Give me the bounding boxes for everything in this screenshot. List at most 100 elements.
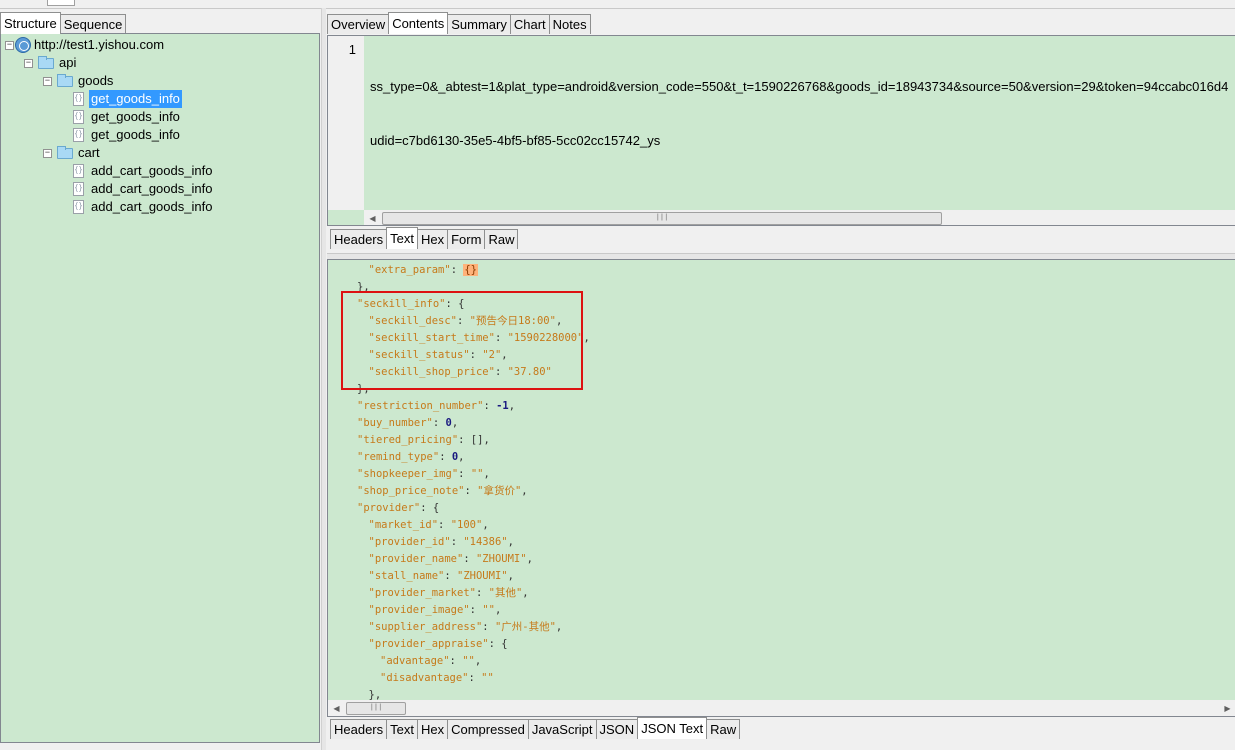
request-tab-hex[interactable]: Hex	[416, 229, 449, 249]
structure-tree[interactable]: − http://test1.yishou.com − api − goods{} get_…	[0, 33, 320, 743]
tree-item-goods[interactable]: − goods	[1, 72, 319, 90]
request-tab-form[interactable]: Form	[447, 229, 486, 249]
json-value: ""	[470, 468, 484, 480]
left-tab-sequence[interactable]: Sequence	[59, 14, 127, 34]
json-punctuation: ,	[526, 553, 533, 565]
main-tab-strip: Overview Contents Summary Chart Notes	[327, 12, 591, 34]
scroll-left-arrow-icon[interactable]: ◀	[328, 700, 345, 716]
request-line-1: ss_type=0&_abtest=1&plat_type=android&ve…	[370, 79, 1229, 94]
tree-item-label: add_cart_goods_info	[91, 199, 213, 214]
json-punctuation: : [],	[458, 434, 490, 446]
json-punctuation: ,	[507, 536, 514, 548]
tree-item-add-cart-goods-info[interactable]: {} add_cart_goods_info	[1, 180, 319, 198]
response-tab-raw[interactable]: Raw	[706, 719, 741, 739]
tree-item-http-test1-yishou-com[interactable]: − http://test1.yishou.com	[1, 36, 319, 54]
json-line: "remind_type": 0,	[357, 449, 465, 466]
json-value: "14386"	[463, 536, 508, 548]
tree-item-add-cart-goods-info[interactable]: {} add_cart_goods_info	[1, 198, 319, 216]
collapse-toggle-icon[interactable]: −	[24, 59, 33, 68]
json-punctuation: ,	[494, 604, 502, 616]
tree-item-label: http://test1.yishou.com	[34, 37, 165, 52]
left-tab-structure[interactable]: Structure	[0, 12, 61, 34]
json-key: "provider"	[357, 502, 421, 514]
json-file-icon: {}	[73, 182, 84, 196]
response-horizontal-scrollbar[interactable]: ◀ ||| ▶	[328, 700, 1235, 716]
json-file-icon: {}	[73, 110, 84, 124]
json-punctuation: :	[475, 587, 489, 599]
line-number: 1	[348, 42, 356, 57]
json-key: "provider_id"	[368, 536, 451, 548]
json-punctuation: :	[463, 553, 476, 565]
json-punctuation: ,	[474, 655, 482, 667]
response-tab-hex[interactable]: Hex	[416, 719, 449, 739]
response-json-pane[interactable]: }, "disadvantage": "" "advantage": "", "pro…	[327, 259, 1235, 717]
json-line: "provider_market": "其他",	[369, 585, 529, 602]
tree-item-api[interactable]: − api	[1, 54, 319, 72]
response-tab-compressed[interactable]: Compressed	[447, 719, 529, 739]
response-tab-json[interactable]: JSON	[595, 719, 639, 739]
json-punctuation: :	[432, 417, 446, 429]
json-punctuation: :	[450, 264, 464, 276]
response-tab-text[interactable]: Text	[386, 719, 418, 739]
json-punctuation: :	[469, 604, 483, 616]
request-tab-raw[interactable]: Raw	[484, 229, 519, 249]
json-line: "provider_id": "14386",	[369, 534, 514, 551]
json-punctuation: :	[449, 655, 463, 667]
tree-item-cart[interactable]: − cart	[1, 144, 319, 162]
toolbar-nub	[47, 0, 75, 6]
tree-item-label: get_goods_info	[91, 109, 180, 124]
json-line: "advantage": "",	[380, 653, 481, 670]
json-key: "provider_market"	[368, 587, 476, 599]
main-tab-chart[interactable]: Chart	[509, 14, 550, 34]
request-line-2: udid=c7bd6130-35e5-4bf5-bf85-5cc02cc1574…	[370, 133, 661, 148]
json-value: "ZHOUMI"	[475, 553, 527, 565]
tree-item-get-goods-info[interactable]: {} get_goods_info	[1, 108, 319, 126]
line-gutter: 1	[328, 36, 364, 210]
json-file-icon: {}	[73, 164, 84, 178]
request-tab-headers[interactable]: Headers	[330, 229, 388, 249]
json-key: "disadvantage"	[380, 672, 469, 684]
request-body-pane[interactable]: 1 ss_type=0&_abtest=1&plat_type=android&…	[327, 35, 1235, 226]
json-line: "provider": {	[357, 500, 439, 517]
tree-item-label: add_cart_goods_info	[91, 181, 213, 196]
main-tab-overview[interactable]: Overview	[327, 14, 390, 34]
json-file-icon: {}	[73, 92, 84, 106]
json-value: "100"	[450, 519, 483, 531]
json-value: "拿货价"	[477, 485, 522, 497]
request-tab-text[interactable]: Text	[386, 227, 418, 249]
response-tab-json-text[interactable]: JSON Text	[637, 717, 708, 739]
json-punctuation: :	[482, 621, 495, 633]
main-tab-contents[interactable]: Contents	[388, 12, 449, 34]
tree-item-get-goods-info[interactable]: {} get_goods_info	[1, 126, 319, 144]
seckill-info-highlight	[341, 291, 583, 390]
json-value: ""	[462, 655, 475, 667]
json-value: -1	[496, 400, 509, 412]
json-value: {}	[463, 264, 478, 276]
json-key: "provider_image"	[368, 604, 470, 616]
collapse-toggle-icon[interactable]: −	[5, 41, 14, 50]
collapse-toggle-icon[interactable]: −	[43, 77, 52, 86]
json-line: "shop_price_note": "拿货价",	[357, 483, 528, 500]
response-tab-headers[interactable]: Headers	[330, 719, 388, 739]
tree-item-label: cart	[78, 145, 100, 160]
scroll-left-arrow-icon[interactable]: ◀	[364, 210, 381, 225]
json-punctuation: :	[464, 485, 478, 497]
request-body-text[interactable]: ss_type=0&_abtest=1&plat_type=android&ve…	[370, 42, 1235, 186]
tree-item-get-goods-info[interactable]: {} get_goods_info	[1, 90, 319, 108]
scroll-thumb[interactable]: |||	[346, 702, 406, 715]
json-line: "provider_image": "",	[369, 602, 502, 619]
json-key: "buy_number"	[357, 417, 433, 429]
main-tab-notes[interactable]: Notes	[548, 14, 591, 34]
json-line: "buy_number": 0,	[357, 415, 458, 432]
vertical-splitter[interactable]	[321, 8, 326, 750]
main-tab-summary[interactable]: Summary	[447, 14, 511, 34]
scroll-right-arrow-icon[interactable]: ▶	[1219, 700, 1235, 716]
tree-item-add-cart-goods-info[interactable]: {} add_cart_goods_info	[1, 162, 319, 180]
json-punctuation: ,	[482, 519, 489, 531]
scroll-thumb[interactable]: |||	[382, 212, 942, 225]
collapse-toggle-icon[interactable]: −	[43, 149, 52, 158]
json-punctuation: ,	[508, 400, 516, 412]
request-horizontal-scrollbar[interactable]: ◀ |||	[364, 210, 1235, 225]
response-tab-javascript[interactable]: JavaScript	[527, 719, 597, 739]
tree-item-label: goods	[78, 73, 114, 88]
